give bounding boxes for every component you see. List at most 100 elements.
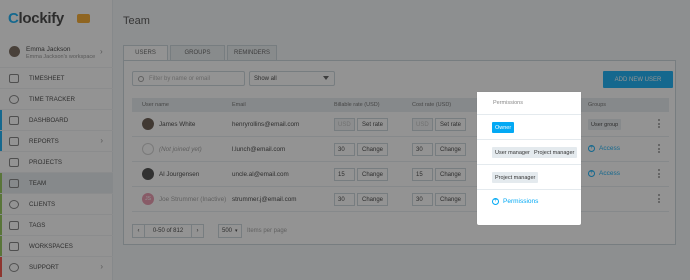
more-options-icon[interactable] bbox=[658, 169, 660, 180]
permission-tag[interactable]: User manager bbox=[492, 147, 533, 158]
per-page-label: Items per page bbox=[247, 228, 288, 234]
search-input[interactable]: Filter by name or email bbox=[132, 71, 245, 86]
more-options-icon[interactable] bbox=[658, 194, 660, 205]
add-permissions-button[interactable]: + Permissions bbox=[492, 198, 538, 205]
sidebar-item-support[interactable]: SUPPORT › bbox=[0, 256, 113, 277]
sidebar-nav: TIMESHEET TIME TRACKER DASHBOARD REPORTS… bbox=[0, 67, 113, 277]
change-billable-rate-button[interactable]: Change bbox=[357, 143, 388, 156]
table-header: User name Email Billable rate (USD) Cost… bbox=[132, 98, 669, 112]
avatar bbox=[142, 168, 154, 180]
tag-icon bbox=[9, 220, 19, 230]
user-name-cell: James White bbox=[159, 121, 196, 128]
avatar: JS bbox=[142, 193, 154, 205]
tab-reminders[interactable]: REMINDERS bbox=[227, 45, 277, 60]
projects-icon bbox=[9, 157, 19, 167]
tab-users[interactable]: USERS bbox=[123, 45, 168, 60]
owner-badge: Owner bbox=[492, 122, 515, 133]
change-cost-rate-button[interactable]: Change bbox=[435, 168, 466, 181]
support-icon bbox=[9, 262, 19, 272]
dashboard-icon bbox=[9, 115, 19, 125]
main-content: Team USERS GROUPS REMINDERS Filter by na… bbox=[113, 0, 690, 280]
chevron-right-icon: › bbox=[100, 136, 103, 145]
table-row: James White henryrollins@email.com USD S… bbox=[132, 112, 669, 137]
set-cost-rate-button[interactable]: Set rate bbox=[435, 118, 466, 131]
more-options-icon[interactable] bbox=[658, 119, 660, 130]
change-billable-rate-button[interactable]: Change bbox=[357, 168, 388, 181]
group-tag[interactable]: User group bbox=[588, 119, 622, 130]
sidebar-item-reports[interactable]: REPORTS › bbox=[0, 130, 113, 151]
add-new-user-button[interactable]: ADD NEW USER bbox=[603, 71, 673, 88]
plus-icon: + bbox=[588, 170, 595, 177]
avatar bbox=[142, 143, 154, 155]
email-cell: uncle.al@email.com bbox=[232, 171, 289, 178]
add-access-button[interactable]: + Access bbox=[588, 170, 620, 177]
clients-icon bbox=[9, 199, 19, 209]
clock-icon bbox=[9, 94, 19, 104]
user-name: Emma Jackson bbox=[26, 46, 71, 53]
chevron-right-icon: › bbox=[100, 262, 103, 271]
more-options-icon[interactable] bbox=[658, 144, 660, 155]
users-panel: Filter by name or email Show all ADD NEW… bbox=[123, 60, 676, 245]
sidebar-item-time-tracker[interactable]: TIME TRACKER bbox=[0, 88, 113, 109]
clockify-logo[interactable]: Clockify bbox=[8, 10, 64, 27]
avatar bbox=[9, 46, 20, 57]
search-icon bbox=[138, 75, 144, 82]
sidebar-item-tags[interactable]: TAGS bbox=[0, 214, 113, 235]
team-icon bbox=[9, 178, 19, 188]
show-filter-select[interactable]: Show all bbox=[249, 71, 335, 86]
section-stripe bbox=[0, 68, 2, 88]
header-cost-rate: Cost rate (USD) bbox=[412, 102, 452, 108]
billable-rate-input[interactable]: 30 bbox=[334, 143, 355, 156]
workspaces-icon bbox=[9, 241, 19, 251]
add-access-button[interactable]: + Access bbox=[588, 145, 620, 152]
pagination: ‹ 0-50 of 812 › 500 ▾ Items per page bbox=[132, 224, 287, 238]
sidebar-item-dashboard[interactable]: DASHBOARD bbox=[0, 109, 113, 130]
header-user-name[interactable]: User name bbox=[142, 102, 169, 108]
sidebar-item-timesheet[interactable]: TIMESHEET bbox=[0, 67, 113, 88]
user-name-cell: Al Jourgensen bbox=[159, 171, 200, 178]
permissions-spotlight: Permissions Owner User manager Project m… bbox=[477, 92, 581, 225]
plus-icon: + bbox=[492, 198, 499, 205]
change-cost-rate-button[interactable]: Change bbox=[435, 143, 466, 156]
sidebar-item-projects[interactable]: PROJECTS bbox=[0, 151, 113, 172]
prev-page-icon[interactable]: ‹ bbox=[132, 224, 145, 238]
permissions-row: Owner bbox=[477, 114, 581, 139]
next-page-icon[interactable]: › bbox=[191, 224, 204, 238]
cost-rate-input[interactable]: 30 bbox=[412, 143, 433, 156]
permission-tag[interactable]: Project manager bbox=[531, 147, 578, 158]
cost-rate-input[interactable]: 15 bbox=[412, 168, 433, 181]
permissions-row: User manager Project manager bbox=[477, 139, 581, 164]
billable-rate-input[interactable]: 15 bbox=[334, 168, 355, 181]
email-cell: henryrollins@email.com bbox=[232, 121, 300, 128]
workspace-switcher[interactable]: Emma Jackson Emma Jackson's workspace › bbox=[0, 44, 113, 62]
permissions-row: + Permissions bbox=[477, 189, 581, 214]
tab-bar: USERS GROUPS REMINDERS bbox=[123, 45, 279, 60]
user-name-cell: (Not joined yet) bbox=[159, 146, 202, 153]
sidebar: Clockify Emma Jackson Emma Jackson's wor… bbox=[0, 0, 113, 280]
email-cell: strummer.j@email.com bbox=[232, 196, 297, 203]
workspace-name: Emma Jackson's workspace bbox=[26, 54, 96, 60]
billable-rate-input[interactable]: 30 bbox=[334, 193, 355, 206]
header-groups: Groups bbox=[588, 102, 607, 108]
page-range: 0-50 of 812 bbox=[145, 224, 191, 238]
table-row: (Not joined yet) l.lunch@email.com 30 Ch… bbox=[132, 137, 669, 162]
sidebar-item-clients[interactable]: CLIENTS bbox=[0, 193, 113, 214]
reports-icon bbox=[9, 136, 19, 146]
caret-down-icon bbox=[323, 76, 329, 80]
header-email[interactable]: Email bbox=[232, 102, 246, 108]
sidebar-item-workspaces[interactable]: WORKSPACES bbox=[0, 235, 113, 256]
per-page-select[interactable]: 500 ▾ bbox=[218, 224, 242, 238]
chevron-right-icon: › bbox=[100, 47, 103, 56]
tab-groups[interactable]: GROUPS bbox=[170, 45, 225, 60]
plus-icon: + bbox=[588, 145, 595, 152]
sidebar-item-team[interactable]: TEAM bbox=[0, 172, 113, 193]
permission-tag[interactable]: Project manager bbox=[492, 172, 539, 183]
timesheet-icon bbox=[9, 73, 19, 83]
notification-badge-icon[interactable] bbox=[77, 14, 90, 23]
set-billable-rate-button[interactable]: Set rate bbox=[357, 118, 388, 131]
header-billable-rate: Billable rate (USD) bbox=[334, 102, 380, 108]
change-billable-rate-button[interactable]: Change bbox=[357, 193, 388, 206]
cost-rate-input[interactable]: 30 bbox=[412, 193, 433, 206]
user-name-cell: Joe Strummer (Inactive) bbox=[159, 196, 227, 203]
change-cost-rate-button[interactable]: Change bbox=[435, 193, 466, 206]
